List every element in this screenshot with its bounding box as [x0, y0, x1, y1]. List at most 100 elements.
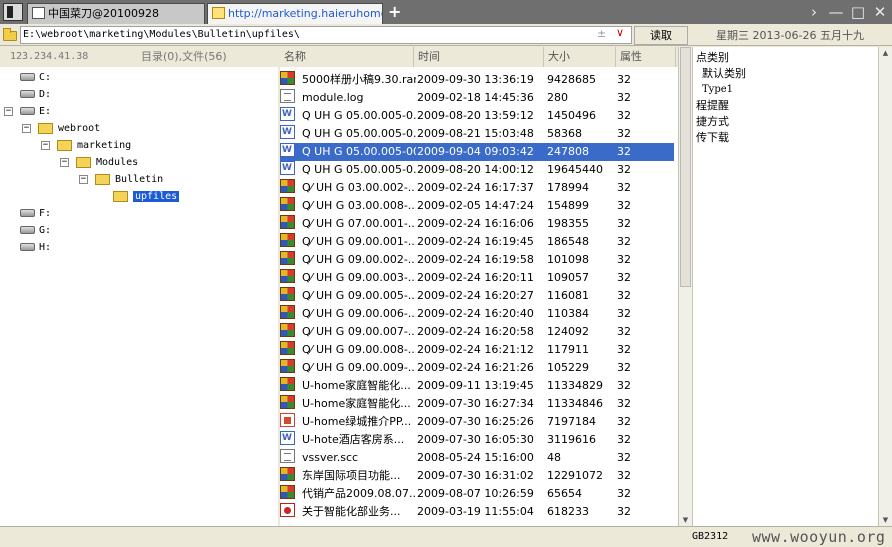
file-row[interactable]: Q⁄ UH G 09.00.006-... 2009-02-24 16:20:40…: [280, 305, 674, 323]
panel-item[interactable]: 点类别: [696, 50, 729, 66]
minimize-icon[interactable]: —: [828, 2, 844, 22]
rar-file-icon: [280, 71, 295, 85]
chevron-down-icon[interactable]: ∨: [616, 26, 624, 39]
file-row[interactable]: Q UH G 05.00.005-0...2009-08-20 13:59:12…: [280, 107, 674, 125]
rar-file-icon: [280, 341, 295, 355]
file-row[interactable]: Q⁄ UH G 09.00.009-... 2009-02-24 16:21:26…: [280, 359, 674, 377]
close-icon[interactable]: ✕: [872, 2, 888, 22]
panel-item[interactable]: 程提醒: [696, 98, 729, 114]
collapse-icon[interactable]: −: [41, 141, 50, 150]
file-name: Q⁄ UH G 09.00.006-...: [302, 307, 416, 320]
tree-drive-d[interactable]: D:: [20, 86, 51, 103]
file-row[interactable]: 关于智能化部业务... 2009-03-19 11:55:04 618233 32: [280, 503, 674, 521]
tab-bar: 中国菜刀@20100928 http://marketing.haieruhom…: [0, 0, 892, 24]
tree-folder-modules[interactable]: − Modules: [60, 154, 138, 171]
tree-folder-upfiles[interactable]: upfiles: [113, 188, 180, 205]
right-panel-scrollbar[interactable]: ▲ ▼: [878, 47, 892, 526]
file-name: Q⁄ UH G 03.00.002-...: [302, 181, 416, 194]
file-row[interactable]: U-home家庭智能化... 2009-09-11 13:19:45 1133482…: [280, 377, 674, 395]
scroll-up-icon[interactable]: ▲: [880, 48, 891, 58]
tree-drive-c[interactable]: C:: [20, 69, 51, 86]
rar-file-icon: [280, 467, 295, 481]
maximize-icon[interactable]: □: [850, 2, 866, 22]
file-name: Q UH G 05.00.005-0...: [302, 109, 416, 122]
collapse-icon[interactable]: −: [4, 107, 13, 116]
column-header-size[interactable]: 大小: [544, 47, 616, 67]
path-input[interactable]: E:\webroot\marketing\Modules\Bulletin\up…: [20, 26, 632, 44]
encoding-label[interactable]: GB2312: [692, 531, 728, 542]
column-header-name[interactable]: 名称: [280, 47, 414, 67]
file-list-scrollbar[interactable]: ▼: [678, 47, 692, 526]
tab-marketing-site[interactable]: http://marketing.haieruhome....: [207, 3, 383, 24]
file-name: U-home家庭智能化...: [302, 379, 411, 392]
pdf-file-icon: [280, 503, 295, 517]
panel-item[interactable]: Type1: [702, 82, 733, 98]
app-icon[interactable]: [3, 3, 23, 21]
file-row[interactable]: 代销产品2009.08.07... 2009-08-07 10:26:59 6565…: [280, 485, 674, 503]
read-button[interactable]: 读取: [634, 26, 688, 45]
tree-drive-e[interactable]: − E:: [4, 103, 51, 120]
log-file-icon: [280, 89, 295, 103]
scroll-down-icon[interactable]: ▼: [680, 515, 691, 525]
collapse-icon[interactable]: −: [22, 124, 31, 133]
scrollbar-thumb[interactable]: [680, 47, 691, 287]
file-row[interactable]: Q UH G 05.00.005-0012009-09-04 09:03:42 2…: [280, 143, 674, 161]
file-row[interactable]: Q⁄ UH G 03.00.008-... 2009-02-05 14:47:24…: [280, 197, 674, 215]
plus-minus-icon[interactable]: ±: [597, 27, 606, 40]
file-row[interactable]: Q⁄ UH G 09.00.003-... 2009-02-24 16:20:11…: [280, 269, 674, 287]
collapse-icon[interactable]: −: [60, 158, 69, 167]
new-tab-button[interactable]: +: [388, 2, 401, 22]
file-time: 2009-08-07 10:26:59: [417, 487, 534, 500]
file-row[interactable]: Q⁄ UH G 07.00.001-... 2009-02-24 16:16:06…: [280, 215, 674, 233]
file-name: Q⁄ UH G 09.00.009-...: [302, 361, 416, 374]
file-name: U-home绿城推介PP...: [302, 415, 412, 428]
rar-file-icon: [280, 395, 295, 409]
file-time: 2009-02-05 14:47:24: [417, 199, 534, 212]
drive-icon: [20, 107, 35, 115]
chevron-right-icon[interactable]: ›: [806, 2, 822, 22]
tree-drive-h[interactable]: H:: [20, 239, 51, 256]
file-row[interactable]: module.log 2009-02-18 14:45:36 280 32: [280, 89, 674, 107]
panel-item[interactable]: 默认类别: [702, 66, 746, 82]
tree-drive-g[interactable]: G:: [20, 222, 51, 239]
file-size: 178994: [547, 181, 589, 194]
file-row[interactable]: Q⁄ UH G 09.00.008-... 2009-02-24 16:21:12…: [280, 341, 674, 359]
file-name: Q⁄ UH G 09.00.005-...: [302, 289, 416, 302]
file-size: 101098: [547, 253, 589, 266]
file-row[interactable]: Q⁄ UH G 09.00.001-... 2009-02-24 16:19:45…: [280, 233, 674, 251]
scroll-down-icon[interactable]: ▼: [880, 515, 891, 525]
file-size: 247808: [547, 145, 589, 158]
file-row[interactable]: 5000样册小稿9.30.rar 2009-09-30 13:36:19 94286…: [280, 71, 674, 89]
file-row[interactable]: U-home家庭智能化... 2009-07-30 16:27:34 1133484…: [280, 395, 674, 413]
panel-item[interactable]: 捷方式: [696, 114, 729, 130]
tree-folder-marketing[interactable]: − marketing: [41, 137, 131, 154]
file-row[interactable]: Q⁄ UH G 09.00.005-... 2009-02-24 16:20:27…: [280, 287, 674, 305]
file-row[interactable]: 东岸国际项目功能... 2009-07-30 16:31:02 12291072 32: [280, 467, 674, 485]
file-row[interactable]: U-home绿城推介PP... 2009-07-30 16:25:26 719718…: [280, 413, 674, 431]
rar-file-icon: [280, 377, 295, 391]
right-panel: 点类别 默认类别 Type1 程提醒 捷方式 传下载: [692, 47, 878, 526]
column-header-time[interactable]: 时间: [414, 47, 544, 67]
column-header-attr[interactable]: 属性: [616, 47, 676, 67]
tree-drive-f[interactable]: F:: [20, 205, 51, 222]
tab-chinese-chopper[interactable]: 中国菜刀@20100928: [27, 3, 205, 24]
file-row[interactable]: Q UH G 05.00.005-0...2009-08-20 14:00:12…: [280, 161, 674, 179]
file-row[interactable]: Q UH G 05.00.005-0...2009-08-21 15:03:48…: [280, 125, 674, 143]
file-list: 5000样册小稿9.30.rar 2009-09-30 13:36:19 94286…: [280, 67, 678, 526]
file-attr: 32: [617, 181, 631, 194]
file-attr: 32: [617, 109, 631, 122]
file-name: Q UH G 05.00.005-0...: [302, 163, 416, 176]
file-row[interactable]: vssver.scc 2008-05-24 15:16:00 48 32: [280, 449, 674, 467]
file-row[interactable]: Q⁄ UH G 09.00.007-... 2009-02-24 16:20:58…: [280, 323, 674, 341]
file-size: 7197184: [547, 415, 596, 428]
file-row[interactable]: U-hote酒店客房系... 2009-07-30 16:05:30 3119616…: [280, 431, 674, 449]
file-row[interactable]: Q⁄ UH G 09.00.002-... 2009-02-24 16:19:58…: [280, 251, 674, 269]
file-row[interactable]: Q⁄ UH G 03.00.002-... 2009-02-24 16:17:37…: [280, 179, 674, 197]
rar-file-icon: [280, 179, 295, 193]
tree-folder-bulletin[interactable]: − Bulletin: [79, 171, 163, 188]
file-attr: 32: [617, 379, 631, 392]
panel-item[interactable]: 传下载: [696, 130, 729, 146]
collapse-icon[interactable]: −: [79, 175, 88, 184]
file-attr: 32: [617, 271, 631, 284]
tree-folder-webroot[interactable]: − webroot: [22, 120, 100, 137]
